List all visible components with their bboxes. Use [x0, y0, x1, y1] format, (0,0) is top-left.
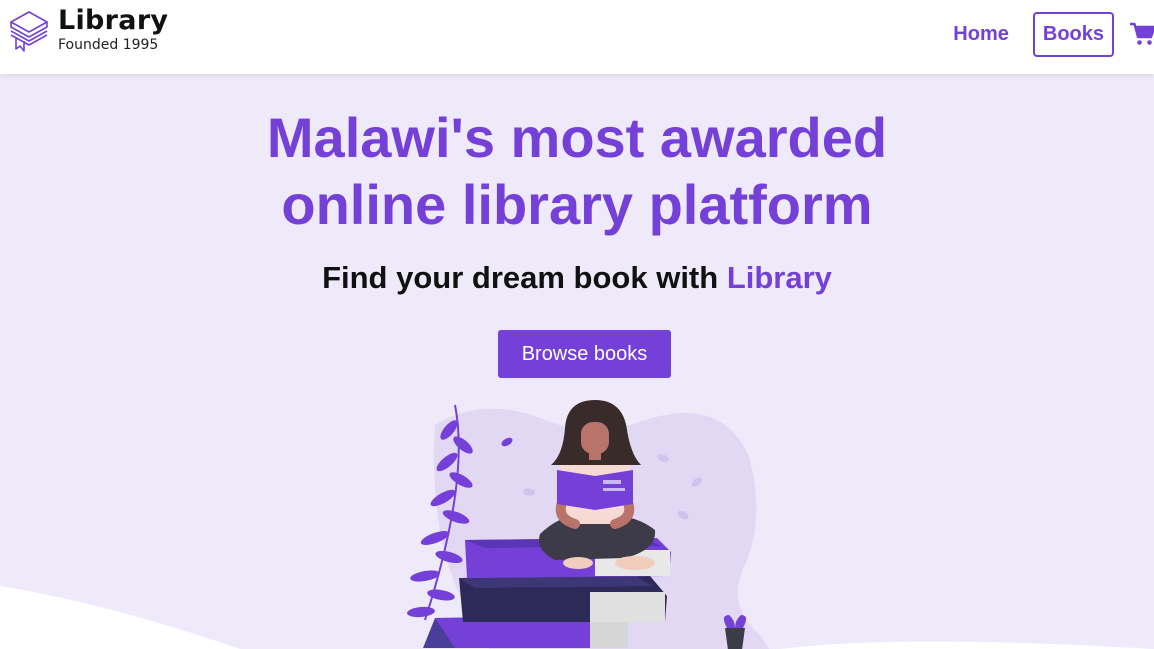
- books-stack-icon: [10, 11, 48, 52]
- hero-title-line2: online library platform: [281, 173, 873, 236]
- cart-icon[interactable]: [1130, 22, 1154, 46]
- reading-woman-illustration: [407, 400, 770, 649]
- hero-subtitle-accent: Library: [726, 260, 832, 295]
- hero-section: Malawi's most awarded online library pla…: [0, 74, 1154, 649]
- hero-title: Malawi's most awarded online library pla…: [0, 104, 1154, 238]
- nav-links: Home Books: [953, 11, 1154, 57]
- brand-title: Library: [58, 4, 169, 36]
- brand-subtitle: Founded 1995: [58, 36, 159, 53]
- nav-home-link[interactable]: Home: [953, 23, 1009, 46]
- brand-logo-link[interactable]: Library Founded 1995: [8, 6, 168, 52]
- navbar: Library Founded 1995 Home Books: [0, 0, 1154, 74]
- nav-books-link[interactable]: Books: [1032, 11, 1114, 57]
- browse-books-button[interactable]: Browse books: [498, 330, 671, 378]
- hero-subtitle: Find your dream book with Library: [0, 260, 1154, 296]
- hero-subtitle-prefix: Find your dream book with: [322, 260, 727, 295]
- hero-title-line1: Malawi's most awarded: [266, 106, 888, 169]
